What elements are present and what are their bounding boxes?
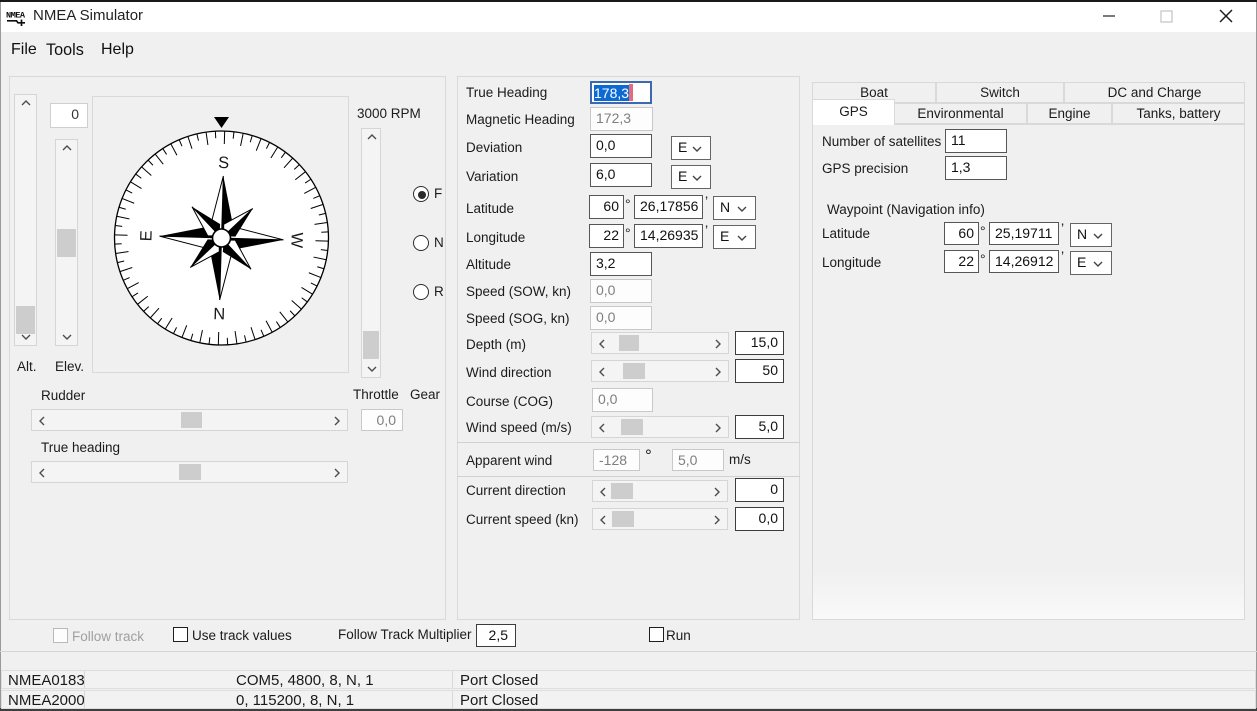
svg-text:W: W	[287, 232, 305, 249]
svg-text:S: S	[218, 154, 230, 172]
svg-text:E: E	[137, 230, 155, 242]
svg-text:NMEA: NMEA	[6, 11, 26, 21]
svg-text:N: N	[213, 304, 225, 322]
